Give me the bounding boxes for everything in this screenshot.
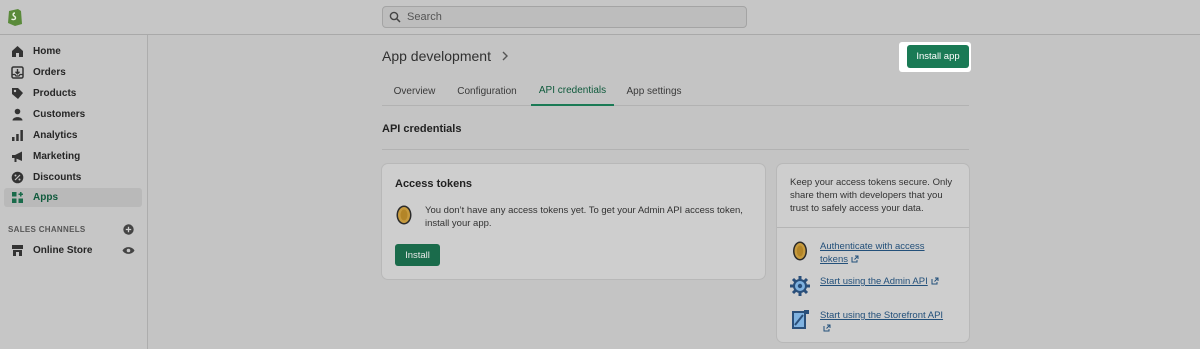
tab-bar: Overview Configuration API credentials A… [382, 76, 969, 106]
sidebar-item-label: Orders [33, 67, 66, 78]
top-bar [0, 0, 1200, 35]
tag-icon [10, 87, 24, 101]
storefront-api-link[interactable]: Start using the Storefront API [820, 309, 950, 335]
add-circle-icon[interactable] [123, 224, 134, 235]
help-card: Keep your access tokens secure. Only sha… [777, 164, 969, 342]
person-icon [10, 108, 24, 122]
link-row-admin-api: Start using the Admin API [789, 275, 950, 297]
section-title: API credentials [382, 123, 462, 135]
sidebar-item-label: Customers [33, 109, 86, 120]
authenticate-link[interactable]: Authenticate with access tokens [820, 240, 950, 266]
sidebar-item-discounts[interactable]: Discounts [4, 168, 142, 187]
sidebar-item-analytics[interactable]: Analytics [4, 126, 142, 145]
sidebar-item-home[interactable]: Home [4, 42, 142, 61]
access-tokens-card: Access tokens You don’t have any access … [382, 164, 765, 279]
card-title: Access tokens [395, 178, 473, 190]
sidebar-item-orders[interactable]: Orders [4, 63, 142, 82]
search-bar[interactable] [382, 6, 747, 28]
external-link-icon [931, 277, 939, 285]
security-note: Keep your access tokens secure. Only sha… [790, 177, 953, 214]
sidebar-item-apps[interactable]: Apps [4, 188, 142, 207]
sidebar-item-products[interactable]: Products [4, 84, 142, 103]
divider [777, 227, 969, 228]
external-link-icon [823, 324, 831, 332]
token-icon [793, 241, 807, 261]
store-icon [10, 244, 24, 258]
sidebar-item-marketing[interactable]: Marketing [4, 147, 142, 166]
search-icon [389, 11, 401, 23]
install-button[interactable]: Install [395, 244, 440, 266]
external-link-icon [851, 255, 859, 263]
sidebar-item-label: Apps [33, 192, 58, 203]
sidebar-item-label: Home [33, 46, 61, 57]
token-icon [396, 205, 412, 225]
gear-icon [790, 276, 810, 296]
sidebar-item-label: Discounts [33, 172, 82, 183]
link-row-authenticate: Authenticate with access tokens [789, 240, 950, 266]
bar-chart-icon [10, 129, 24, 143]
install-app-button[interactable]: Install app [907, 45, 969, 68]
tab-overview[interactable]: Overview [382, 76, 447, 106]
apps-icon [10, 191, 24, 205]
sidebar-item-label: Analytics [33, 130, 78, 141]
sales-channels-heading: SALES CHANNELS [8, 225, 86, 234]
discount-icon [10, 171, 24, 185]
tab-api-credentials[interactable]: API credentials [531, 76, 614, 106]
sidebar: Home Orders Products Customers Analytics… [0, 35, 148, 349]
megaphone-icon [10, 150, 24, 164]
tab-app-settings[interactable]: App settings [617, 76, 691, 106]
divider [382, 149, 969, 150]
link-row-storefront-api: Start using the Storefront API [789, 309, 950, 335]
home-icon [10, 45, 24, 59]
tab-configuration[interactable]: Configuration [447, 76, 527, 106]
storefront-icon [792, 310, 809, 329]
sidebar-item-label: Marketing [33, 151, 81, 162]
page-title: App development [382, 48, 509, 64]
eye-icon[interactable] [122, 246, 135, 255]
page-title-text[interactable]: App development [382, 48, 491, 64]
orders-icon [10, 66, 24, 80]
chevron-right-icon [502, 51, 508, 61]
sidebar-item-label: Products [33, 88, 77, 99]
empty-tokens-message: You don’t have any access tokens yet. To… [425, 205, 743, 229]
shopify-logo-icon[interactable] [7, 7, 23, 26]
sidebar-item-label: Online Store [33, 245, 93, 256]
search-input[interactable] [407, 11, 727, 23]
admin-api-link[interactable]: Start using the Admin API [820, 275, 950, 288]
sidebar-item-customers[interactable]: Customers [4, 105, 142, 124]
